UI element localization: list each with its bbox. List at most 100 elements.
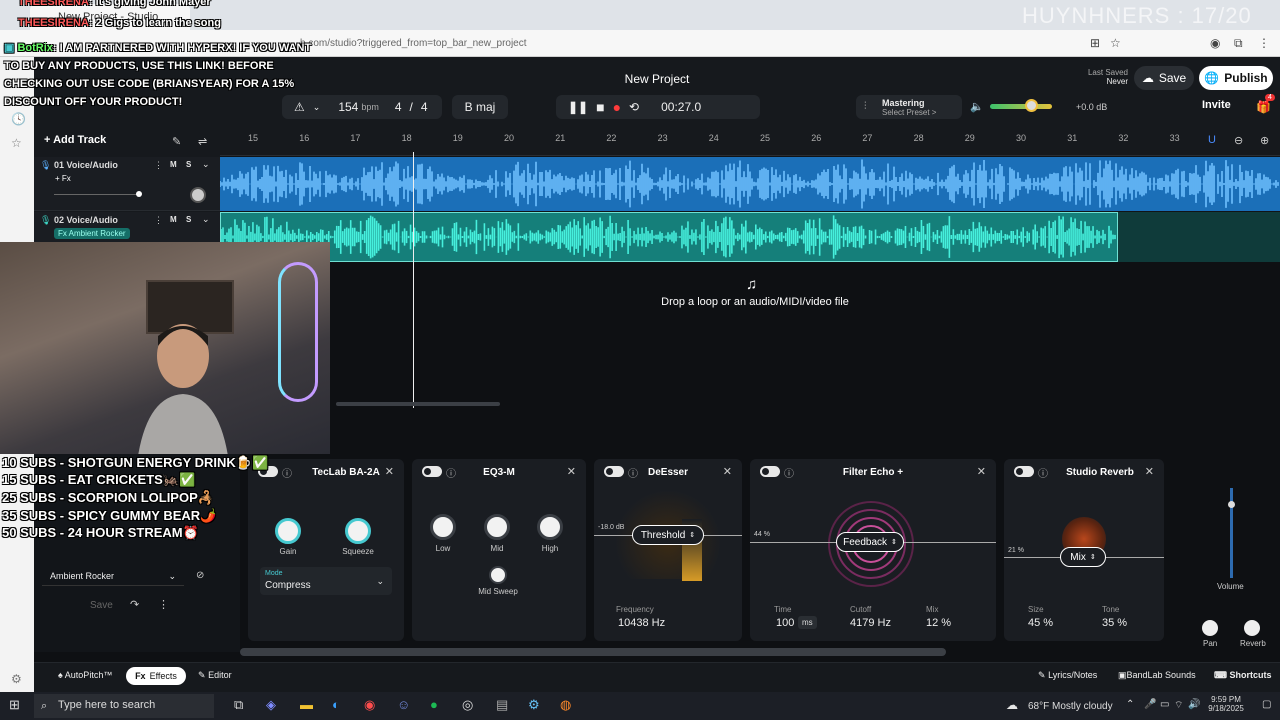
weather-text[interactable]: 68°F Mostly cloudy: [1028, 701, 1113, 712]
close-icon[interactable]: ✕: [1145, 465, 1154, 478]
obs-icon[interactable]: ◎: [462, 697, 473, 713]
key-selector[interactable]: B maj: [452, 95, 508, 119]
history-icon[interactable]: 🕓: [11, 112, 26, 126]
mastering-selector[interactable]: ⫶ Mastering Select Preset >: [856, 95, 962, 119]
invite-button[interactable]: Invite: [1202, 99, 1231, 111]
track-name[interactable]: 01 Voice/Audio: [54, 160, 118, 170]
tone-value[interactable]: 35 %: [1102, 617, 1127, 629]
effects-tab[interactable]: Fx Effects: [126, 667, 186, 685]
tray-chevron-icon[interactable]: ⌃: [1126, 699, 1134, 710]
solo-button[interactable]: S: [186, 160, 191, 169]
pause-icon[interactable]: ❚❚: [568, 100, 588, 114]
file-explorer-icon[interactable]: ▬: [300, 697, 313, 712]
master-volume-knob[interactable]: [1025, 99, 1038, 112]
discord-icon[interactable]: ☺: [397, 697, 410, 712]
close-icon[interactable]: ✕: [723, 465, 732, 478]
size-value[interactable]: 45 %: [1028, 617, 1053, 629]
time-unit-toggle[interactable]: ms: [798, 616, 817, 629]
record-icon[interactable]: ●: [613, 99, 621, 115]
close-icon[interactable]: ✕: [977, 465, 986, 478]
master-volume-slider[interactable]: [990, 104, 1052, 109]
add-track-button[interactable]: + Add Track: [44, 134, 106, 146]
track-fx-tag[interactable]: Fx Ambient Rocker: [54, 228, 130, 239]
pencil-tool-icon[interactable]: ✎: [172, 135, 181, 148]
mic-tray-icon[interactable]: 🎤: [1144, 699, 1156, 710]
tempo-value[interactable]: 154: [338, 100, 358, 114]
shortcuts-button[interactable]: ⌨ Shortcuts: [1214, 670, 1272, 681]
share-icon[interactable]: ↷: [130, 598, 139, 611]
mode-dropdown[interactable]: Mode Compress ⌄: [260, 567, 392, 595]
preset-save-button[interactable]: Save: [90, 600, 113, 611]
speaker-icon[interactable]: 🔈: [970, 100, 984, 113]
snap-magnet-icon[interactable]: U: [1208, 134, 1216, 146]
track-volume-slider[interactable]: [54, 194, 140, 195]
track-pan-knob[interactable]: [190, 187, 206, 203]
editor-tab[interactable]: ✎ Editor: [198, 670, 232, 681]
project-title[interactable]: New Project: [600, 72, 714, 86]
taskbar-clock[interactable]: 9:59 PM 9/18/2025: [1206, 695, 1246, 713]
gift-icon[interactable]: 🎁: [1256, 100, 1271, 114]
mid-sweep-knob[interactable]: [489, 566, 507, 584]
mute-button[interactable]: M: [170, 160, 177, 169]
remove-fx-icon[interactable]: ⊘: [196, 570, 204, 581]
track-1-region[interactable]: [220, 157, 1280, 211]
solo-button[interactable]: S: [186, 215, 191, 224]
app-icon[interactable]: ▤: [496, 697, 508, 713]
reverb-send-knob[interactable]: [1244, 620, 1260, 636]
threshold-control[interactable]: Threshold ⇕: [632, 525, 704, 545]
track-2-region[interactable]: [220, 212, 1118, 262]
timeline-ruler[interactable]: 15 16 17 18 19 20 21 22 23 24 25 26 27 28 29 30 31 32 33: [220, 129, 1280, 156]
low-knob[interactable]: [430, 514, 456, 540]
task-view-icon[interactable]: ⧉: [234, 697, 243, 713]
time-value[interactable]: 100: [776, 617, 794, 629]
taskbar-search[interactable]: Type here to search: [34, 694, 214, 718]
bookmark-star-icon[interactable]: ☆: [1110, 36, 1121, 50]
install-icon[interactable]: ⊞: [1090, 36, 1100, 50]
chrome-icon[interactable]: ◉: [364, 697, 375, 713]
add-fx-button[interactable]: + Fx: [55, 174, 71, 183]
autopitch-tab[interactable]: ♠ AutoPitch™: [58, 670, 112, 680]
channel-volume-thumb[interactable]: [1228, 501, 1235, 508]
time-signature-denominator[interactable]: 4: [421, 100, 428, 114]
track-2-empty-lane[interactable]: [1118, 212, 1280, 262]
track-name[interactable]: 02 Voice/Audio: [54, 215, 118, 225]
zoom-out-icon[interactable]: ⊖: [1234, 134, 1243, 147]
close-icon[interactable]: ✕: [385, 465, 394, 478]
profile-icon[interactable]: ◉: [1210, 36, 1220, 50]
notifications-icon[interactable]: ▢: [1262, 699, 1271, 710]
track-settings-icon[interactable]: ⇌: [198, 135, 207, 148]
publish-button[interactable]: 🌐 Publish: [1199, 66, 1273, 90]
spotify-icon[interactable]: ●: [430, 697, 438, 712]
extensions-icon[interactable]: ⧉: [1234, 36, 1243, 51]
preset-dropdown[interactable]: Ambient Rocker ⌄: [42, 566, 184, 586]
stop-icon[interactable]: ■: [596, 99, 604, 115]
feedback-control[interactable]: Feedback ⇕: [836, 532, 904, 552]
chevron-down-icon[interactable]: ⌄: [202, 214, 210, 225]
wifi-icon[interactable]: ⌔: [1174, 699, 1183, 712]
high-knob[interactable]: [537, 514, 563, 540]
cutoff-value[interactable]: 4179 Hz: [850, 617, 891, 629]
browser-menu-icon[interactable]: ⋮: [1258, 36, 1270, 50]
windows-start-icon[interactable]: ⊞: [9, 697, 20, 713]
timeline-scrollbar[interactable]: [336, 402, 500, 406]
track-header-1[interactable]: 🎙 01 Voice/Audio + Fx ⋮ M S ⌄: [34, 157, 220, 211]
more-options-icon[interactable]: ⋮: [158, 598, 169, 611]
mute-button[interactable]: M: [170, 215, 177, 224]
track-menu-icon[interactable]: ⋮: [154, 160, 163, 171]
favorites-icon[interactable]: ☆: [11, 136, 22, 150]
reverb-mix-control[interactable]: Mix ⇕: [1060, 547, 1106, 567]
gain-knob[interactable]: [275, 518, 301, 544]
frequency-value[interactable]: 10438 Hz: [618, 617, 665, 629]
track-volume-thumb[interactable]: [136, 191, 142, 197]
loop-icon[interactable]: ⟲: [629, 100, 639, 114]
volume-tray-icon[interactable]: 🔊: [1188, 699, 1200, 710]
chevron-down-icon[interactable]: ⌄: [202, 159, 210, 170]
mix-value[interactable]: 12 %: [926, 617, 951, 629]
playhead[interactable]: [413, 152, 414, 408]
lyrics-notes-button[interactable]: ✎ Lyrics/Notes: [1038, 670, 1097, 681]
bandlab-sounds-button[interactable]: ▣BandLab Sounds: [1118, 670, 1196, 681]
pan-knob[interactable]: [1202, 620, 1218, 636]
copilot-icon[interactable]: ◈: [266, 697, 276, 713]
mid-knob[interactable]: [484, 514, 510, 540]
close-icon[interactable]: ✕: [567, 465, 576, 478]
